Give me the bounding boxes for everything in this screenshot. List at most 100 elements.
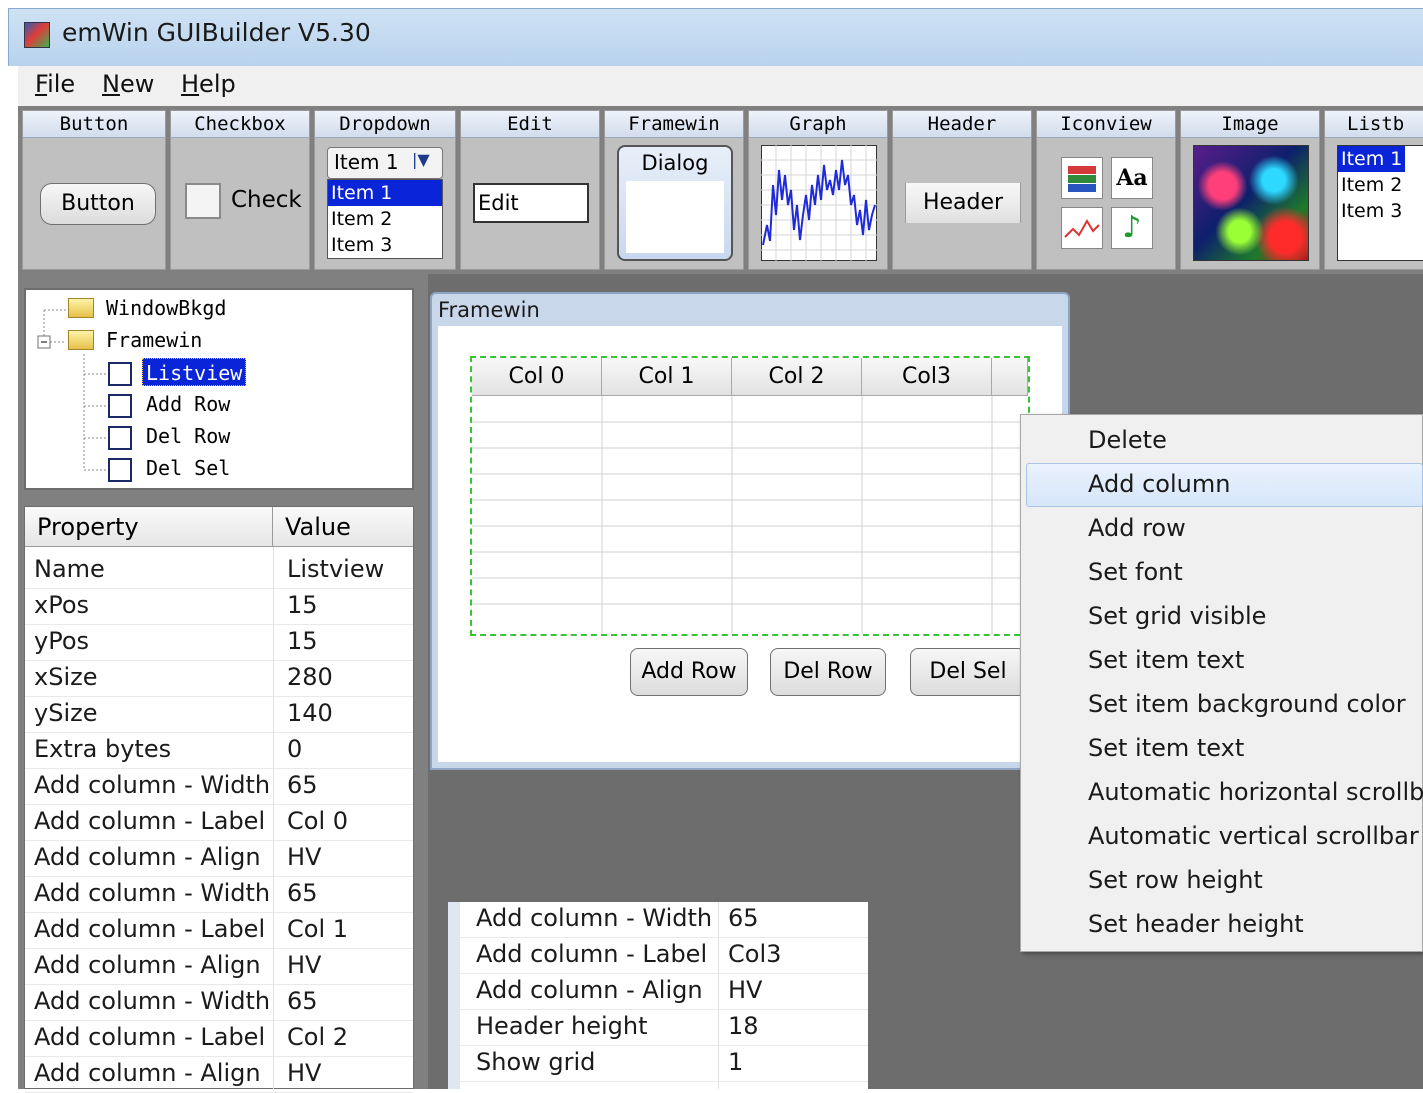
property-row[interactable]: Add column - Label Col 0 [25,805,413,841]
property-row[interactable]: ySize 140 [25,697,413,733]
property-name: yPos [34,627,90,655]
property-row[interactable]: Add column - Width 65 [25,769,413,805]
palette-iconview-header: Iconview [1037,111,1175,138]
property-value[interactable]: HV [287,951,321,979]
property-value[interactable]: 0 [287,735,302,763]
tree-item-listview[interactable]: Listview [142,358,247,386]
property-row[interactable]: Add column - Width 65 [25,877,413,913]
palette-graph[interactable]: Graph [748,110,888,270]
property-value[interactable]: Col 1 [287,915,348,943]
property-row[interactable]: xPos 15 [25,589,413,625]
object-tree[interactable]: WindowBkgd Framewin Listview Add Row Del… [24,288,414,490]
context-menu-item[interactable]: Add column [1088,462,1230,506]
property-name: Add column - Label [476,940,708,968]
context-menu-item[interactable]: Set item text [1088,726,1244,770]
tree-item-del-row[interactable]: Del Row [146,422,230,450]
tree-item-add-row[interactable]: Add Row [146,390,230,418]
property-name: Add column - Width [34,879,271,907]
property-row[interactable]: Extra bytes 0 [25,733,413,769]
property-row[interactable]: xSize 280 [25,661,413,697]
palette-edit[interactable]: Edit Edit [460,110,600,270]
widget-icon [108,458,132,482]
palette-listbox[interactable]: Listb Item 1 Item 2 Item 3 [1324,110,1423,270]
context-menu-item[interactable]: Automatic vertical scrollbar [1088,814,1419,858]
property-name: Add column - Width [34,771,271,799]
property-value[interactable]: HV [287,1059,321,1087]
property-value[interactable]: 15 [287,591,318,619]
del-row-button[interactable]: Del Row [770,648,886,696]
property-value[interactable]: Col 0 [287,807,348,835]
property-value[interactable]: Listview [287,555,384,583]
property-row[interactable]: Add column - Align HV [25,1057,413,1093]
tree-item-del-sel[interactable]: Del Sel [146,454,230,482]
palette-checkbox-header: Checkbox [171,111,309,138]
palette-header[interactable]: Header Header [892,110,1032,270]
property-row[interactable]: Add column - Align HV [25,949,413,985]
property-value[interactable]: 65 [287,879,318,907]
listview-column-header[interactable]: Col 0 [472,358,602,396]
property-row[interactable]: Name Listview [25,553,413,589]
listview-column-header[interactable]: Col3 [862,358,992,396]
listbox-item: Item 2 [1341,174,1403,196]
property-value[interactable]: 15 [287,627,318,655]
property-value[interactable]: 140 [287,699,333,727]
context-menu-item[interactable]: Delete [1088,418,1167,462]
palette-checkbox[interactable]: Checkbox Check [170,110,310,270]
palette-button[interactable]: Button Button [22,110,166,270]
value-column-header[interactable]: Value [273,507,413,547]
property-row[interactable]: Add column - Label Col 1 [25,913,413,949]
listview-column-header[interactable]: Col 2 [732,358,862,396]
listview-grid [472,396,1028,634]
sample-graph [761,145,877,261]
property-row[interactable]: Header height 18 [460,1010,868,1046]
sample-button: Button [40,183,156,225]
context-menu-item[interactable]: Add row [1088,506,1186,550]
property-column-header[interactable]: Property [25,507,273,547]
widget-icon [108,394,132,418]
property-row[interactable]: Show grid 1 [460,1046,868,1082]
property-value[interactable]: 65 [287,987,318,1015]
menu-new[interactable]: New [102,70,154,98]
context-menu-item[interactable]: Automatic horizontal scrollb [1088,770,1423,814]
property-row[interactable]: yPos 15 [25,625,413,661]
palette-image[interactable]: Image [1180,110,1320,270]
palette-dropdown[interactable]: Dropdown Item 1 |▼ Item 1 Item 2 Item 3 [314,110,456,270]
context-menu-item[interactable]: Set item background color [1088,682,1406,726]
property-row[interactable]: Add column - Label Col3 [460,938,868,974]
add-row-button[interactable]: Add Row [630,648,748,696]
design-listview[interactable]: Col 0 Col 1 Col 2 Col3 [470,356,1030,636]
property-value[interactable]: Col3 [728,940,781,968]
context-menu-item[interactable]: Set row height [1088,858,1263,902]
del-sel-button[interactable]: Del Sel [910,648,1026,696]
listview-column-header[interactable]: Col 1 [602,358,732,396]
property-value[interactable]: HV [287,843,321,871]
property-value[interactable]: Col 2 [287,1023,348,1051]
property-row[interactable]: Add column - Width 65 [460,902,868,938]
property-row[interactable]: Add column - Width 65 [25,985,413,1021]
property-value[interactable]: 18 [728,1012,759,1040]
property-value[interactable]: 1 [728,1048,743,1076]
menu-help[interactable]: Help [181,70,236,98]
listview-header-filler [992,358,1028,396]
palette-framewin[interactable]: Framewin Dialog [604,110,744,270]
menu-file[interactable]: File [35,70,75,98]
listbox-item: Item 1 [1338,146,1405,172]
property-value[interactable]: 280 [287,663,333,691]
tree-item-framewin[interactable]: Framewin [106,326,202,354]
app-icon [24,22,50,48]
property-value[interactable]: 65 [287,771,318,799]
property-name: Add column - Label [34,1023,266,1051]
property-value[interactable]: HV [728,976,762,1004]
property-row[interactable]: Add column - Align HV [25,841,413,877]
property-row[interactable]: Add column - Label Col 2 [25,1021,413,1057]
property-row[interactable]: Add column - Align HV [460,974,868,1010]
property-value[interactable]: 65 [728,904,759,932]
palette-iconview[interactable]: Iconview Aa ♪ [1036,110,1176,270]
property-name: Add column - Align [34,843,261,871]
folder-icon [68,330,94,350]
context-menu-item[interactable]: Set item text [1088,638,1244,682]
tree-item-windowbkgd[interactable]: WindowBkgd [106,294,226,322]
context-menu-item[interactable]: Set header height [1088,902,1304,946]
context-menu-item[interactable]: Set grid visible [1088,594,1266,638]
context-menu-item[interactable]: Set font [1088,550,1183,594]
